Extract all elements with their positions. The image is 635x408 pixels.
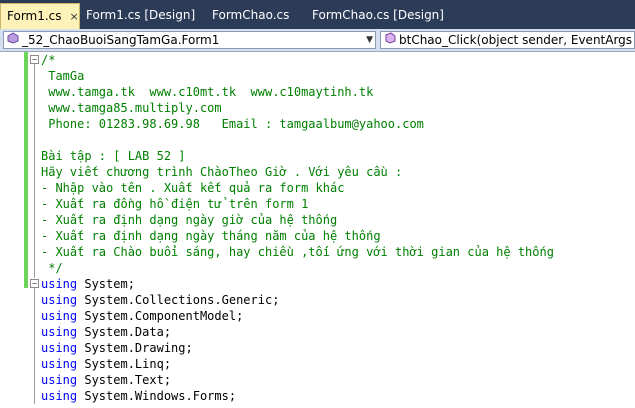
code-line: Hãy viết chương trình ChàoTheo Giờ . Với… (41, 165, 403, 179)
using-line: using System.Text; (41, 372, 171, 388)
code-line: www.tamga85.multiply.com (41, 101, 222, 115)
using-line: using System.Drawing; (41, 340, 193, 356)
code-line: - Xuất ra đồng hồ điện tử trên form 1 (41, 197, 309, 211)
namespace: System.Text; (77, 373, 172, 387)
tab-label: FormChao.cs [Design] (312, 8, 444, 22)
code-line: */ (41, 261, 63, 275)
using-line: using System; (41, 276, 135, 292)
namespace: System.Windows.Forms; (77, 389, 237, 403)
using-keyword: using (41, 341, 78, 355)
member-dropdown-value: btChao_Click(object sender, EventArgs e) (399, 33, 635, 47)
namespace: System.Data; (77, 325, 172, 339)
tab-formchao-design[interactable]: FormChao.cs [Design] (306, 3, 446, 29)
code-line: /* (41, 53, 56, 67)
using-keyword: using (41, 357, 78, 371)
code-line: - Xuất ra Chào buổi sáng, hay chiều ,tối… (41, 245, 554, 259)
code-line: - Nhập vào tên . Xuất kết quả ra form kh… (41, 181, 345, 195)
code-line: - Xuất ra định dạng ngày tháng năm của h… (41, 229, 381, 243)
namespace: System.Drawing; (77, 341, 193, 355)
code-line: www.tamga.tk www.c10mt.tk www.c10maytinh… (41, 85, 374, 99)
code-line: Bài tập : [ LAB 52 ] (41, 149, 186, 163)
tab-label: Form1.cs (7, 9, 62, 23)
using-line: using System.Collections.Generic; (41, 292, 279, 308)
namespace: System.Linq; (77, 357, 172, 371)
class-dropdown-value: _52_ChaoBuoiSangTamGa.Form1 (22, 33, 220, 47)
code-line: Phone: 01283.98.69.98 Email : tamgaalbum… (41, 117, 424, 131)
using-line: using System.Linq; (41, 356, 171, 372)
namespace: System; (77, 277, 135, 291)
namespace: System.Collections.Generic; (77, 293, 280, 307)
tab-label: Form1.cs [Design] (86, 8, 196, 22)
using-line: using System.Windows.Forms; (41, 388, 236, 404)
namespace: System.ComponentModel; (77, 309, 244, 323)
tab-form1-cs[interactable]: Form1.cs × (0, 3, 80, 29)
code-line: TamGa (41, 69, 85, 83)
using-keyword: using (41, 293, 78, 307)
changed-lines-indicator (24, 52, 28, 288)
member-dropdown[interactable]: btChao_Click(object sender, EventArgs e) (380, 31, 635, 49)
tab-label: FormChao.cs (212, 8, 290, 22)
using-line: using System.Data; (41, 324, 171, 340)
collapse-icon[interactable]: − (30, 279, 39, 288)
using-keyword: using (41, 373, 78, 387)
close-icon[interactable]: × (70, 5, 79, 29)
using-keyword: using (41, 277, 78, 291)
code-navigation-bar: _52_ChaoBuoiSangTamGa.Form1 ▼ btChao_Cli… (0, 29, 635, 52)
class-icon (6, 32, 20, 48)
using-keyword: using (41, 389, 78, 403)
tab-formchao-cs[interactable]: FormChao.cs (206, 3, 306, 29)
document-tab-strip: Form1.cs × Form1.cs [Design] FormChao.cs … (0, 0, 635, 29)
using-keyword: using (41, 309, 78, 323)
tab-form1-design[interactable]: Form1.cs [Design] (80, 3, 206, 29)
code-editor[interactable]: − − /* TamGa www.tamga.tk www.c10mt.tk w… (0, 52, 635, 408)
using-keyword: using (41, 325, 78, 339)
method-icon (383, 32, 397, 48)
code-line: - Xuất ra định dạng ngày giờ của hệ thốn… (41, 213, 338, 227)
outline-guide (34, 64, 35, 278)
chevron-down-icon: ▼ (366, 35, 373, 45)
using-line: using System.ComponentModel; (41, 308, 243, 324)
collapse-icon[interactable]: − (30, 55, 39, 64)
outline-guide (34, 288, 35, 404)
class-dropdown[interactable]: _52_ChaoBuoiSangTamGa.Form1 ▼ (3, 31, 376, 49)
